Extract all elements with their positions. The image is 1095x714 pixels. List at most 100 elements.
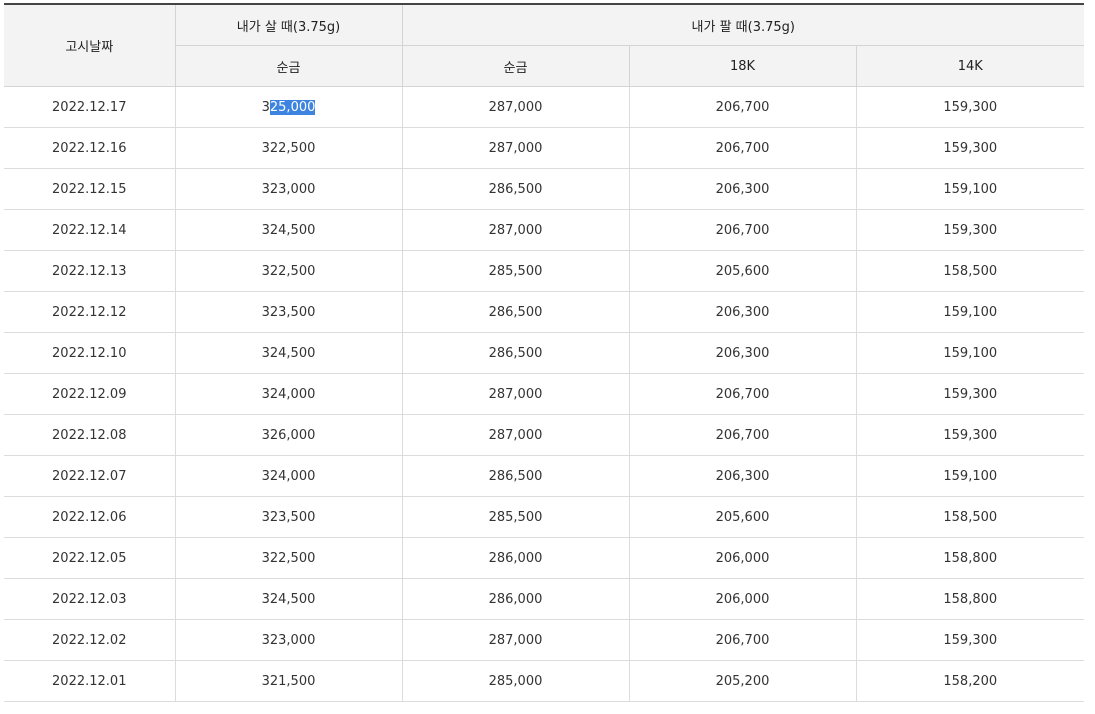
sell-pure-gold-cell: 286,500: [402, 455, 630, 497]
sell-14k-cell: 159,300: [856, 373, 1085, 415]
buy-pure-gold-cell: 323,500: [175, 496, 403, 538]
header-sell-14k: 14K: [856, 45, 1085, 87]
date-cell: 2022.12.07: [4, 455, 176, 497]
sell-18k-cell: 206,700: [629, 86, 857, 128]
sell-18k-cell: 206,300: [629, 168, 857, 210]
table-row: 2022.12.02 323,000 287,000 206,700 159,300: [4, 619, 1085, 661]
header-buy-pure-gold: 순금: [175, 45, 403, 87]
buy-pure-gold-cell: 326,000: [175, 414, 403, 456]
table-row: 2022.12.09 324,000 287,000 206,700 159,300: [4, 373, 1085, 415]
sell-pure-gold-cell: 285,000: [402, 660, 630, 702]
sell-18k-cell: 206,700: [629, 619, 857, 661]
date-cell: 2022.12.03: [4, 578, 176, 620]
sell-18k-cell: 206,700: [629, 127, 857, 169]
table-row: 2022.12.17 325,000 287,000 206,700 159,300: [4, 86, 1085, 128]
gold-price-table: 고시날짜 내가 살 때(3.75g) 내가 팔 때(3.75g) 순금 순금 1…: [4, 3, 1085, 702]
date-cell: 2022.12.08: [4, 414, 176, 456]
buy-pure-gold-cell: 324,500: [175, 332, 403, 374]
table-row: 2022.12.10 324,500 286,500 206,300 159,100: [4, 332, 1085, 374]
table-row: 2022.12.01 321,500 285,000 205,200 158,200: [4, 660, 1085, 702]
sell-pure-gold-cell: 287,000: [402, 127, 630, 169]
sell-14k-cell: 158,200: [856, 660, 1085, 702]
header-buy-group: 내가 살 때(3.75g): [175, 4, 403, 46]
sell-pure-gold-cell: 285,500: [402, 496, 630, 538]
sell-pure-gold-cell: 285,500: [402, 250, 630, 292]
sell-14k-cell: 158,800: [856, 537, 1085, 579]
date-cell: 2022.12.10: [4, 332, 176, 374]
date-cell: 2022.12.15: [4, 168, 176, 210]
sell-18k-cell: 205,200: [629, 660, 857, 702]
buy-pure-gold-cell: 322,500: [175, 250, 403, 292]
table-row: 2022.12.08 326,000 287,000 206,700 159,300: [4, 414, 1085, 456]
header-sell-group: 내가 팔 때(3.75g): [402, 4, 1085, 46]
sell-pure-gold-cell: 287,000: [402, 209, 630, 251]
sell-14k-cell: 159,300: [856, 414, 1085, 456]
buy-pure-gold-cell: 324,000: [175, 455, 403, 497]
buy-pure-gold-cell: 323,000: [175, 168, 403, 210]
buy-pure-gold-cell: 324,000: [175, 373, 403, 415]
buy-pure-gold-cell: 323,500: [175, 291, 403, 333]
sell-pure-gold-cell: 287,000: [402, 86, 630, 128]
buy-pure-gold-cell: 324,500: [175, 209, 403, 251]
buy-pure-gold-cell: 325,000: [175, 86, 403, 128]
date-cell: 2022.12.09: [4, 373, 176, 415]
sell-18k-cell: 206,700: [629, 209, 857, 251]
sell-18k-cell: 206,000: [629, 537, 857, 579]
sell-14k-cell: 159,100: [856, 455, 1085, 497]
date-cell: 2022.12.02: [4, 619, 176, 661]
sell-14k-cell: 159,300: [856, 127, 1085, 169]
table-header: 고시날짜 내가 살 때(3.75g) 내가 팔 때(3.75g) 순금 순금 1…: [4, 4, 1085, 87]
sell-pure-gold-cell: 287,000: [402, 414, 630, 456]
sell-18k-cell: 206,300: [629, 332, 857, 374]
sell-18k-cell: 205,600: [629, 250, 857, 292]
table-row: 2022.12.13 322,500 285,500 205,600 158,500: [4, 250, 1085, 292]
date-cell: 2022.12.13: [4, 250, 176, 292]
buy-pure-gold-cell: 322,500: [175, 537, 403, 579]
sell-18k-cell: 206,300: [629, 455, 857, 497]
date-cell: 2022.12.17: [4, 86, 176, 128]
buy-value-unselected-part: 3: [261, 99, 270, 115]
sell-14k-cell: 159,100: [856, 291, 1085, 333]
sell-18k-cell: 206,300: [629, 291, 857, 333]
sell-pure-gold-cell: 286,000: [402, 578, 630, 620]
buy-pure-gold-cell: 323,000: [175, 619, 403, 661]
sell-14k-cell: 159,300: [856, 209, 1085, 251]
sell-14k-cell: 159,100: [856, 168, 1085, 210]
gold-price-table-container: 고시날짜 내가 살 때(3.75g) 내가 팔 때(3.75g) 순금 순금 1…: [4, 3, 1085, 702]
sell-pure-gold-cell: 286,000: [402, 537, 630, 579]
buy-pure-gold-cell: 321,500: [175, 660, 403, 702]
sell-14k-cell: 158,800: [856, 578, 1085, 620]
sell-pure-gold-cell: 287,000: [402, 373, 630, 415]
table-row: 2022.12.03 324,500 286,000 206,000 158,800: [4, 578, 1085, 620]
buy-pure-gold-cell: 324,500: [175, 578, 403, 620]
table-row: 2022.12.07 324,000 286,500 206,300 159,100: [4, 455, 1085, 497]
table-row: 2022.12.05 322,500 286,000 206,000 158,800: [4, 537, 1085, 579]
sell-14k-cell: 159,100: [856, 332, 1085, 374]
sell-18k-cell: 206,700: [629, 414, 857, 456]
sell-pure-gold-cell: 286,500: [402, 168, 630, 210]
sell-14k-cell: 158,500: [856, 496, 1085, 538]
sell-pure-gold-cell: 286,500: [402, 332, 630, 374]
header-date: 고시날짜: [4, 4, 176, 87]
sell-14k-cell: 158,500: [856, 250, 1085, 292]
sell-pure-gold-cell: 286,500: [402, 291, 630, 333]
date-cell: 2022.12.06: [4, 496, 176, 538]
sell-14k-cell: 159,300: [856, 86, 1085, 128]
date-cell: 2022.12.05: [4, 537, 176, 579]
table-row: 2022.12.15 323,000 286,500 206,300 159,100: [4, 168, 1085, 210]
date-cell: 2022.12.14: [4, 209, 176, 251]
table-body: 2022.12.17 325,000 287,000 206,700 159,300 20…: [4, 86, 1085, 702]
sell-18k-cell: 206,700: [629, 373, 857, 415]
table-row: 2022.12.14 324,500 287,000 206,700 159,300: [4, 209, 1085, 251]
sell-18k-cell: 206,000: [629, 578, 857, 620]
header-sell-18k: 18K: [629, 45, 857, 87]
date-cell: 2022.12.12: [4, 291, 176, 333]
sell-14k-cell: 159,300: [856, 619, 1085, 661]
table-row: 2022.12.16 322,500 287,000 206,700 159,300: [4, 127, 1085, 169]
date-cell: 2022.12.16: [4, 127, 176, 169]
header-sell-pure-gold: 순금: [402, 45, 630, 87]
buy-pure-gold-cell: 322,500: [175, 127, 403, 169]
date-cell: 2022.12.01: [4, 660, 176, 702]
text-selection-highlight: 25,000: [269, 99, 316, 115]
table-row: 2022.12.12 323,500 286,500 206,300 159,100: [4, 291, 1085, 333]
